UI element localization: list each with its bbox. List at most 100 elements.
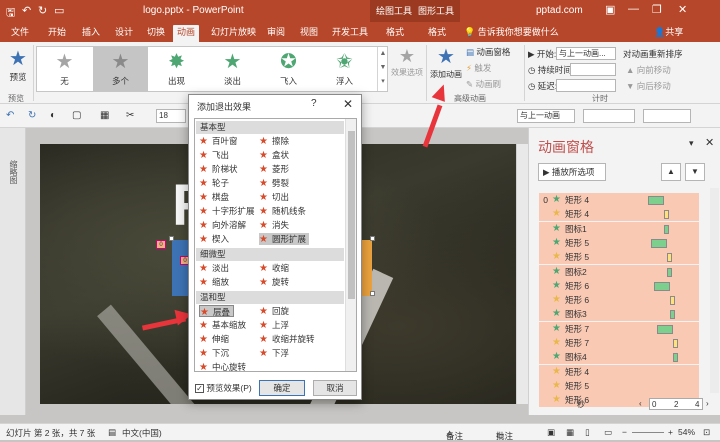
anim-fly-in[interactable]: ✪ 飞入 <box>261 47 316 91</box>
timeline-duration-bar[interactable] <box>673 353 679 363</box>
effect-item-selected[interactable]: ★ 层叠 <box>199 305 234 318</box>
tab-format-drawing[interactable]: 格式 <box>382 25 408 42</box>
animation-list-item[interactable]: ★ 图标2 <box>539 264 699 279</box>
start-from-beginning-icon[interactable]: ▭ <box>54 4 64 17</box>
slide-vertical-scrollbar[interactable] <box>516 144 528 404</box>
ribbon-display-icon[interactable]: ▣ <box>605 3 615 16</box>
effect-options-button[interactable]: ★ 效果选项 <box>390 46 424 78</box>
thumbnail-pane-collapsed[interactable]: 缩略图 <box>0 128 26 415</box>
animation-list-item[interactable]: ★ 矩形 7 <box>539 336 699 350</box>
effect-item[interactable]: ★ 劈裂 <box>259 177 289 189</box>
trigger-button[interactable]: ⚡ 触发 <box>466 62 491 74</box>
timeline-duration-bar[interactable] <box>670 296 675 306</box>
duration-input[interactable] <box>570 63 616 76</box>
timeline-duration-bar[interactable] <box>673 339 679 348</box>
zoom-slider[interactable] <box>632 432 664 433</box>
tab-transitions[interactable]: 切换 <box>143 25 169 42</box>
anim-appear[interactable]: ✸ 出现 <box>149 47 204 91</box>
preview-button[interactable]: ★ 预览 <box>4 46 32 90</box>
share-button[interactable]: 👤共享 <box>650 25 687 42</box>
save-icon[interactable]: 🖫 <box>6 4 15 23</box>
undo-icon[interactable]: ↶ <box>22 4 31 17</box>
timeline-left-arrow[interactable]: ‹ <box>639 399 642 408</box>
repeat-icon[interactable]: ↻ <box>28 110 36 121</box>
animation-list-item[interactable]: ★ 矩形 4 <box>539 207 699 222</box>
tab-animations[interactable]: 动画 <box>173 25 200 42</box>
tab-file[interactable]: 文件 <box>7 25 33 42</box>
animation-list-item[interactable]: ★ 矩形 5 <box>539 378 699 393</box>
effect-item[interactable]: ★ 盒状 <box>259 149 289 161</box>
animation-pane-button[interactable]: ▤ 动画窗格 <box>466 46 510 58</box>
effect-item[interactable]: ★ 基本缩放 <box>199 319 246 331</box>
effect-item[interactable]: ★ 擦除 <box>259 135 289 147</box>
animation-list-item[interactable]: ★ 矩形 6 <box>539 278 699 293</box>
effect-item[interactable]: ★ 菱形 <box>259 163 289 175</box>
play-selected-button[interactable]: ▶ 播放所选项 <box>538 163 606 181</box>
redo-icon[interactable]: ↻ <box>38 4 47 17</box>
delay-input[interactable] <box>556 79 616 92</box>
effect-item[interactable]: ★ 缩放 <box>199 276 229 288</box>
effect-item[interactable]: ★ 下浮 <box>259 347 289 359</box>
tell-me-search[interactable]: 💡 告诉我你想要做什么 <box>460 25 563 42</box>
effect-item[interactable]: ★ 消失 <box>259 219 289 231</box>
gallery-scroll[interactable]: ▲ ▼ ▾ <box>377 47 388 91</box>
add-animation-button[interactable]: ★ 添加动画 <box>428 44 464 80</box>
effect-item[interactable]: ★ 淡出 <box>199 262 229 274</box>
timeline-duration-bar[interactable] <box>654 281 671 291</box>
cancel-button[interactable]: 取消 <box>313 380 357 396</box>
animation-painter-button[interactable]: ✎ 动画刷 <box>466 78 501 90</box>
resize-handle[interactable] <box>169 236 174 241</box>
timeline-duration-bar[interactable] <box>670 310 675 320</box>
pane-scrollbar[interactable] <box>710 188 719 393</box>
timeline-duration-bar[interactable] <box>657 324 674 334</box>
tab-home[interactable]: 开始 <box>44 25 70 42</box>
effect-item[interactable]: ★ 轮子 <box>199 177 229 189</box>
delay-mini-input[interactable] <box>643 109 691 123</box>
anim-none[interactable]: ★ 无 <box>37 47 92 91</box>
slideshow-icon[interactable]: ▭ <box>604 427 612 438</box>
dialog-close-button[interactable]: ✕ <box>343 97 353 111</box>
tab-developer[interactable]: 开发工具 <box>328 25 372 42</box>
tab-insert[interactable]: 插入 <box>78 25 104 42</box>
timeline-duration-bar[interactable] <box>663 210 669 220</box>
resize-handle[interactable] <box>370 236 375 241</box>
start-select[interactable]: 与上一动画... <box>556 47 616 60</box>
start-dropdown-mini[interactable]: 与上一动画 <box>517 109 575 123</box>
animation-list-item[interactable]: ★ 图标1 <box>539 221 699 236</box>
move-later-button[interactable]: ▼ 向后移动 <box>626 80 671 92</box>
anim-multiple[interactable]: ★ 多个 <box>93 47 148 91</box>
tab-design[interactable]: 设计 <box>111 25 137 42</box>
timeline-duration-bar[interactable] <box>663 224 669 234</box>
animation-list-item[interactable]: ★ 矩形 6 <box>539 293 699 308</box>
animation-list-item[interactable]: 0 ★ 矩形 4 <box>539 193 699 207</box>
anim-fade[interactable]: ★ 淡出 <box>205 47 260 91</box>
effect-item[interactable]: ★ 阶梯状 <box>199 163 237 175</box>
effect-item[interactable]: ★ 收缩 <box>259 262 289 274</box>
effect-item[interactable]: ★ 切出 <box>259 191 289 203</box>
reading-view-icon[interactable]: ▯ <box>585 427 590 438</box>
effect-item[interactable]: ★ 旋转 <box>259 276 289 288</box>
shape-outline-icon[interactable]: ▢ <box>72 110 81 121</box>
move-down-button[interactable]: ▼ <box>685 163 705 181</box>
effect-item[interactable]: ★ 上浮 <box>259 319 289 331</box>
format-painter-icon[interactable]: ✂ <box>126 110 134 121</box>
normal-view-icon[interactable]: ▣ <box>547 427 555 438</box>
effect-item[interactable]: ★ 飞出 <box>199 149 229 161</box>
timeline-right-arrow[interactable]: › <box>706 399 709 408</box>
effect-item[interactable]: ★ 十字形扩展 <box>199 205 254 217</box>
animation-list-item[interactable]: ★ 矩形 4 <box>539 364 699 379</box>
slide-sorter-icon[interactable]: ▦ <box>566 427 574 438</box>
zoom-out-button[interactable]: − <box>622 427 627 437</box>
shape-fill-icon[interactable]: ◐ <box>50 110 56 121</box>
timeline-duration-bar[interactable] <box>647 196 664 205</box>
tab-view[interactable]: 视图 <box>296 25 322 42</box>
effect-item[interactable]: ★ 随机线条 <box>259 205 306 217</box>
close-button[interactable]: ✕ <box>678 3 687 16</box>
effect-item[interactable]: ★ 棋盘 <box>199 191 229 203</box>
timeline-duration-bar[interactable] <box>667 267 672 277</box>
effect-item[interactable]: ★ 收缩并旋转 <box>259 333 314 345</box>
effect-item[interactable]: ★ 百叶窗 <box>199 135 237 147</box>
pane-close-icon[interactable]: ✕ <box>705 136 714 149</box>
preview-effect-checkbox[interactable]: ✓ 预览效果(P) <box>195 382 252 394</box>
zoom-level[interactable]: 54% <box>678 427 695 437</box>
